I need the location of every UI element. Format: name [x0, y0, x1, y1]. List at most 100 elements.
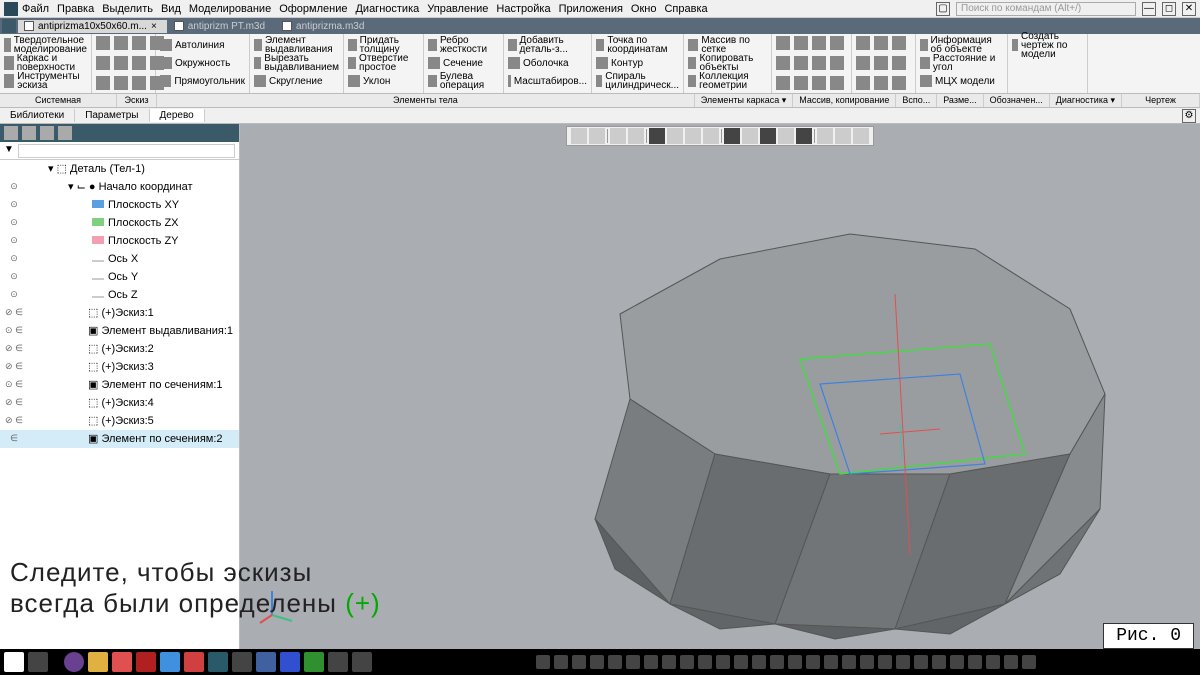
menu-apps[interactable]: Приложения [559, 3, 623, 15]
d7[interactable] [856, 76, 870, 90]
tree-feat-4[interactable]: ⊙ ∈▣ Элемент по сечениям:1 [0, 376, 239, 394]
ic7[interactable] [812, 56, 826, 70]
menu-help[interactable]: Справка [664, 3, 707, 15]
tb-excel[interactable] [304, 652, 324, 672]
mode-sketch[interactable]: Инструменты эскиза [4, 72, 87, 90]
tray-21[interactable] [896, 655, 910, 669]
tree-plane-zy[interactable]: ⊙Плоскость ZY [0, 232, 239, 250]
tb-app-5[interactable] [232, 652, 252, 672]
ic1[interactable] [776, 36, 790, 50]
tree-tool-1[interactable] [4, 126, 18, 140]
vp-nav-icon[interactable] [571, 128, 587, 144]
tree-plane-zx[interactable]: ⊙Плоскость ZX [0, 214, 239, 232]
boolean-button[interactable]: Булева операция [428, 72, 499, 90]
pb-diag[interactable]: Диагностика ▾ [1050, 94, 1122, 107]
draft-button[interactable]: Уклон [348, 72, 419, 90]
pb-drawing[interactable]: Чертеж [1122, 94, 1200, 107]
shell-button[interactable]: Оболочка [508, 54, 587, 72]
vp-opt1-icon[interactable] [724, 128, 740, 144]
ic11[interactable] [812, 76, 826, 90]
add-part-button[interactable]: Добавить деталь-з... [508, 36, 587, 54]
rectangle-button[interactable]: Прямоугольник [160, 72, 245, 90]
d9[interactable] [892, 76, 906, 90]
pb-aux[interactable]: Вспо... [896, 94, 937, 107]
tree-filter-input[interactable] [18, 144, 235, 158]
tree-axis-y[interactable]: ⊙Ось Y [0, 268, 239, 286]
tree-feat-2[interactable]: ⊘ ∈⬚ (+)Эскиз:2 [0, 340, 239, 358]
tray-26[interactable] [986, 655, 1000, 669]
create-drawing-button[interactable]: Создать чертеж по модели [1012, 36, 1083, 54]
tb-app-8[interactable] [352, 652, 372, 672]
d8[interactable] [874, 76, 888, 90]
tb-app-4[interactable] [184, 652, 204, 672]
menu-settings[interactable]: Настройка [496, 3, 550, 15]
menu-modeling[interactable]: Моделирование [189, 3, 271, 15]
thicken-button[interactable]: Придать толщину [348, 36, 419, 54]
maximize-button[interactable]: ◻ [1162, 2, 1176, 16]
d2[interactable] [874, 36, 888, 50]
tb-edge[interactable] [160, 652, 180, 672]
tray-8[interactable] [662, 655, 676, 669]
d4[interactable] [856, 56, 870, 70]
tray-7[interactable] [644, 655, 658, 669]
tray-11[interactable] [716, 655, 730, 669]
menu-edit[interactable]: Правка [57, 3, 94, 15]
command-search[interactable]: Поиск по командам (Alt+/) [956, 2, 1136, 16]
ic6[interactable] [794, 56, 808, 70]
save-icon[interactable] [132, 36, 146, 50]
scale-button[interactable]: Масштабиров... [508, 72, 587, 90]
array-button[interactable]: Массив по сетке [688, 36, 767, 54]
tree-origin[interactable]: ⊙▾ ⌙ ● Начало координат [0, 178, 239, 196]
distance-button[interactable]: Расстояние и угол [920, 54, 1003, 72]
vp-link-icon[interactable] [853, 128, 869, 144]
circle-button[interactable]: Окружность [160, 54, 245, 72]
mode-wireframe[interactable]: Каркас и поверхности [4, 54, 87, 72]
menu-diag[interactable]: Диагностика [355, 3, 419, 15]
tree-tool-2[interactable] [22, 126, 36, 140]
vp-rotate-icon[interactable] [610, 128, 626, 144]
vp-pan-icon[interactable] [628, 128, 644, 144]
tray-22[interactable] [914, 655, 928, 669]
lib-icon[interactable] [132, 76, 146, 90]
ic8[interactable] [830, 56, 844, 70]
cut-extrude-button[interactable]: Вырезать выдавливанием [254, 54, 339, 72]
tray-17[interactable] [824, 655, 838, 669]
menu-select[interactable]: Выделить [102, 3, 153, 15]
tray-15[interactable] [788, 655, 802, 669]
ic5[interactable] [776, 56, 790, 70]
tree-feat-6[interactable]: ⊘ ∈⬚ (+)Эскиз:5 [0, 412, 239, 430]
tree-feat-5[interactable]: ⊘ ∈⬚ (+)Эскиз:4 [0, 394, 239, 412]
close-tab-icon[interactable]: × [151, 21, 157, 32]
tray-5[interactable] [608, 655, 622, 669]
vp-shade-icon[interactable] [649, 128, 665, 144]
tb-kompas[interactable] [208, 652, 228, 672]
tray-25[interactable] [968, 655, 982, 669]
tray-14[interactable] [770, 655, 784, 669]
open-icon[interactable] [114, 36, 128, 50]
doc-tab-1[interactable]: antiprizma10x50x60.m...× [18, 20, 167, 33]
new-icon[interactable] [96, 36, 110, 50]
tray-19[interactable] [860, 655, 874, 669]
menu-manage[interactable]: Управление [427, 3, 488, 15]
vp-view-icon[interactable] [703, 128, 719, 144]
vp-measure-icon[interactable] [817, 128, 833, 144]
tree-feat-3[interactable]: ⊘ ∈⬚ (+)Эскиз:3 [0, 358, 239, 376]
tray-18[interactable] [842, 655, 856, 669]
tray-13[interactable] [752, 655, 766, 669]
d5[interactable] [874, 56, 888, 70]
home-icon[interactable] [2, 19, 16, 33]
tb-app-2[interactable] [112, 652, 132, 672]
copy-obj-button[interactable]: Копировать объекты [688, 54, 767, 72]
tree-feat-0[interactable]: ⊘ ∈⬚ (+)Эскиз:1 [0, 304, 239, 322]
tab-parameters[interactable]: Параметры [75, 109, 149, 122]
tb-app-1[interactable] [64, 652, 84, 672]
tray-24[interactable] [950, 655, 964, 669]
vp-opt3-icon[interactable] [760, 128, 776, 144]
minimize-button[interactable]: — [1142, 2, 1156, 16]
pb-array[interactable]: Массив, копирование [793, 94, 896, 107]
tree-tool-4[interactable] [58, 126, 72, 140]
vp-zoom-icon[interactable] [589, 128, 605, 144]
tray-16[interactable] [806, 655, 820, 669]
tray-2[interactable] [554, 655, 568, 669]
pb-frame[interactable]: Элементы каркаса ▾ [695, 94, 794, 107]
